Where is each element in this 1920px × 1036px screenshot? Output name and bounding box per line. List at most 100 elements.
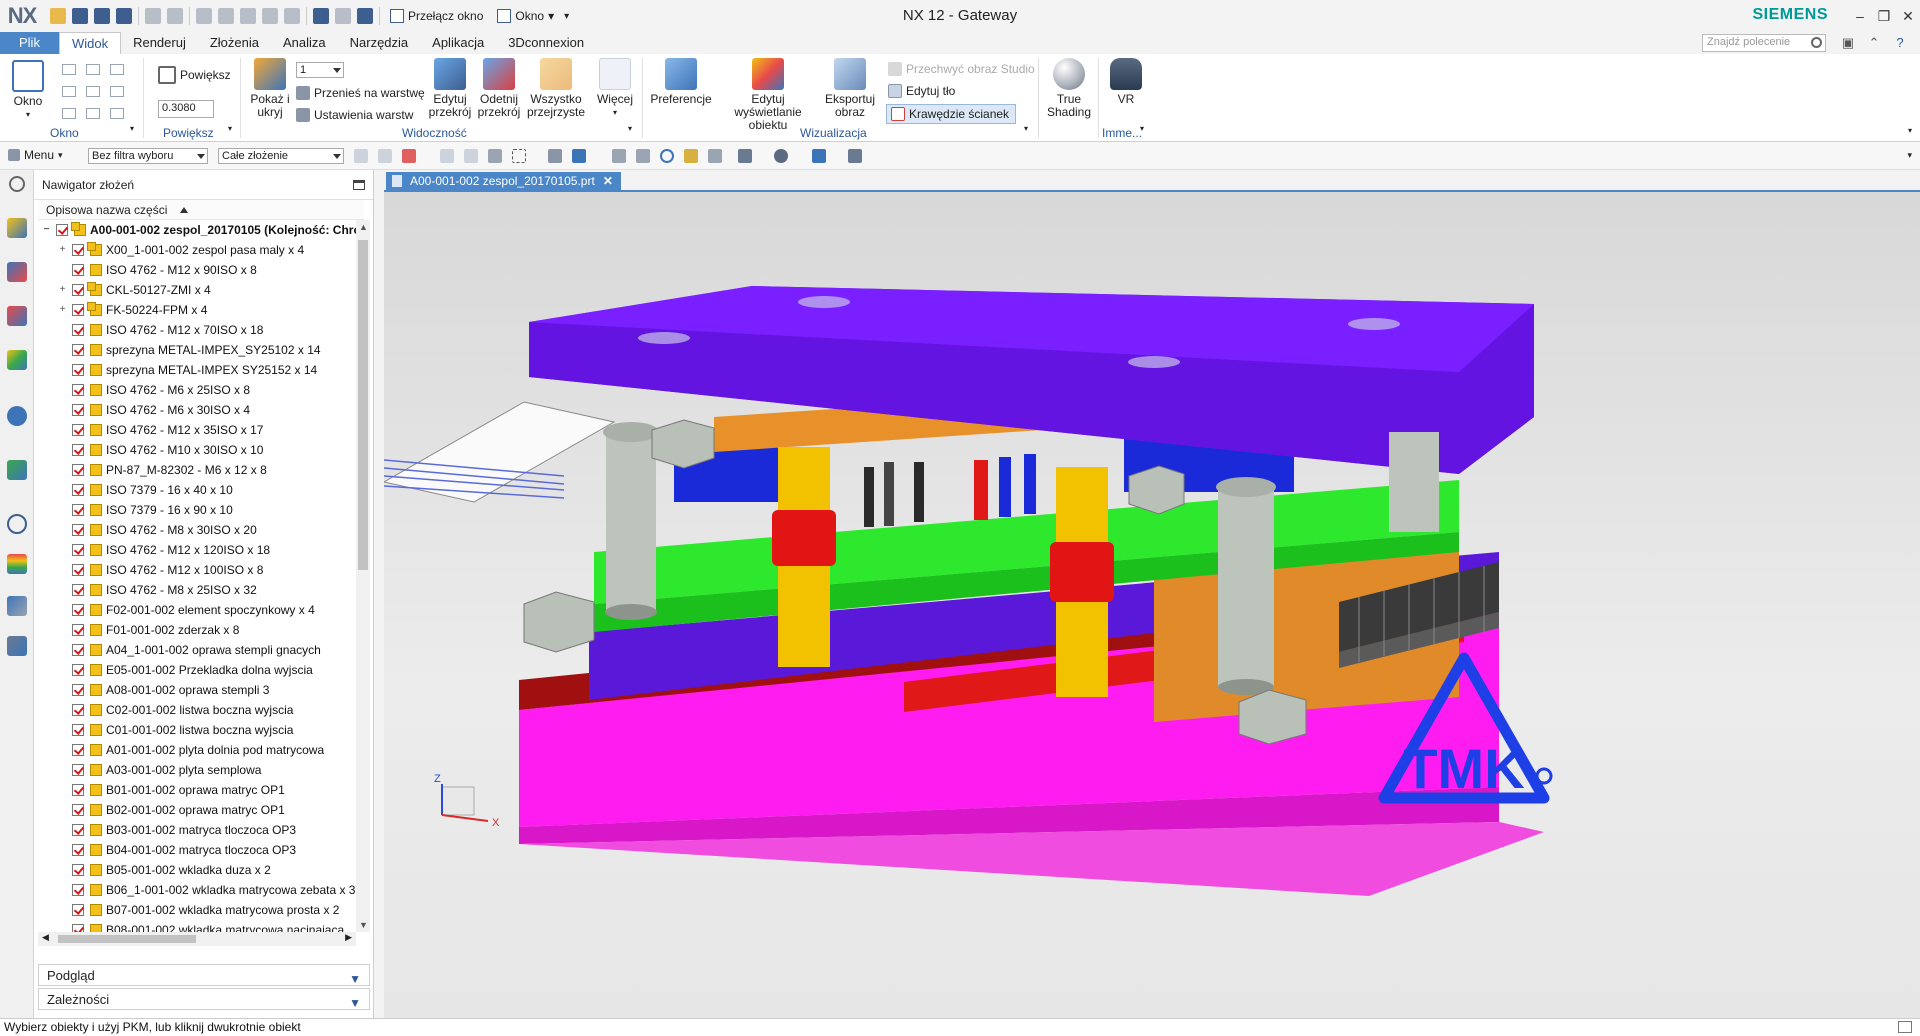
tree-row[interactable]: A03-001-002 plyta semplowa [38, 760, 356, 780]
visibility-checkbox[interactable] [72, 844, 84, 856]
scroll-right-icon[interactable]: ▶ [345, 932, 352, 943]
tree-row[interactable]: ISO 4762 - M8 x 30ISO x 20 [38, 520, 356, 540]
tab-analiza[interactable]: Analiza [271, 32, 338, 54]
print-icon[interactable] [313, 8, 329, 24]
tree-row[interactable]: sprezyna METAL-IMPEX SY25152 x 14 [38, 360, 356, 380]
tab-renderuj[interactable]: Renderuj [121, 32, 198, 54]
tree-row[interactable]: B06_1-001-002 wkladka matrycowa zebata x… [38, 880, 356, 900]
status-options-icon[interactable] [1898, 1021, 1912, 1033]
zoom-scale-input[interactable]: 0.3080 [158, 100, 214, 118]
visibility-checkbox[interactable] [72, 304, 84, 316]
tree-row[interactable]: C02-001-002 listwa boczna wyjscia [38, 700, 356, 720]
visibility-checkbox[interactable] [72, 324, 84, 336]
tree-row[interactable]: ISO 7379 - 16 x 40 x 10 [38, 480, 356, 500]
process-studio-icon[interactable] [7, 596, 27, 616]
more-button[interactable]: Więcej ▾ [594, 58, 636, 119]
tree-row[interactable]: B04-001-002 matryca tloczoca OP3 [38, 840, 356, 860]
scroll-left-icon[interactable]: ◀ [42, 932, 49, 943]
visibility-checkbox[interactable] [72, 504, 84, 516]
visibility-checkbox[interactable] [72, 784, 84, 796]
assembly-navigator-icon[interactable] [7, 218, 27, 238]
fit-view-icon[interactable] [612, 149, 626, 163]
switch-window-button[interactable]: Przełącz okno [386, 9, 487, 23]
visibility-checkbox[interactable] [72, 524, 84, 536]
tree-row[interactable]: ISO 4762 - M12 x 100ISO x 8 [38, 560, 356, 580]
copy-icon[interactable] [218, 8, 234, 24]
tree-root-row[interactable]: − A00-001-002 zespol_20170105 (Kolejność:… [38, 220, 356, 240]
visibility-checkbox[interactable] [72, 244, 84, 256]
deselect-icon[interactable] [464, 149, 478, 163]
visibility-checkbox[interactable] [72, 484, 84, 496]
open-icon[interactable] [50, 8, 66, 24]
visibility-checkbox[interactable] [72, 764, 84, 776]
close-icon[interactable]: ✕ [1896, 0, 1920, 32]
tree-row[interactable]: ISO 4762 - M12 x 90ISO x 8 [38, 260, 356, 280]
window-menu-button[interactable]: Okno ▾ [493, 9, 558, 23]
undo-icon[interactable] [145, 8, 161, 24]
system-materials-icon[interactable] [7, 554, 27, 574]
edit-background-button[interactable]: Edytuj tło [888, 84, 955, 98]
help-icon[interactable]: ? [1892, 35, 1908, 51]
visibility-checkbox[interactable] [72, 344, 84, 356]
visibility-checkbox[interactable] [72, 684, 84, 696]
tree-row[interactable]: B08-001-002 wkladka matrycowa nacinajaca [38, 920, 356, 932]
group-powieksz-dropdown-icon[interactable]: ▾ [228, 124, 232, 133]
tree-row[interactable]: A01-001-002 plyta dolnia pod matrycowa [38, 740, 356, 760]
history-icon[interactable] [7, 460, 27, 480]
visibility-checkbox[interactable] [72, 704, 84, 716]
visibility-checkbox[interactable] [72, 264, 84, 276]
render-style-icon[interactable] [774, 149, 788, 163]
visibility-checkbox[interactable] [72, 404, 84, 416]
tree-row[interactable]: B02-001-002 oprawa matryc OP1 [38, 800, 356, 820]
tab-zlozenia[interactable]: Złożenia [198, 32, 271, 54]
capture-studio-image-button[interactable]: Przechwyć obraz Studio [888, 62, 1035, 76]
reuse-library-icon[interactable] [7, 350, 27, 370]
shaded-with-edges-icon[interactable] [812, 149, 826, 163]
okno-button[interactable]: Okno ▾ [10, 60, 46, 121]
model-viewport[interactable]: Z X TMK [384, 192, 1920, 1018]
tree-row[interactable]: A04_1-001-002 oprawa stempli gnacych [38, 640, 356, 660]
layer-settings-button[interactable]: Ustawienia warstw [296, 108, 413, 122]
tree-row[interactable]: F01-001-002 zderzak x 8 [38, 620, 356, 640]
select-filter-icon[interactable] [402, 149, 416, 163]
tree-row[interactable]: sprezyna METAL-IMPEX_SY25102 x 14 [38, 340, 356, 360]
delete-icon[interactable] [284, 8, 300, 24]
tree-row[interactable]: + FK-50224-FPM x 4 [38, 300, 356, 320]
visibility-checkbox[interactable] [72, 584, 84, 596]
collapse-ribbon-icon[interactable]: ⌃ [1866, 35, 1882, 51]
visibility-checkbox[interactable] [72, 824, 84, 836]
tree-row[interactable]: B01-001-002 oprawa matryc OP1 [38, 780, 356, 800]
face-edges-toggle[interactable]: Krawędzie ścianek [886, 104, 1017, 124]
repeat-command-icon[interactable] [335, 8, 351, 24]
all-transparent-button[interactable]: Wszystko przejrzyste [526, 58, 586, 119]
close-tab-icon[interactable]: ✕ [603, 174, 613, 188]
visibility-checkbox[interactable] [72, 444, 84, 456]
layout-right-icon[interactable] [86, 108, 100, 119]
layout-four-icon[interactable] [86, 86, 100, 97]
layout-three-icon[interactable] [62, 86, 76, 97]
minimize-panel-icon[interactable] [353, 180, 365, 190]
cut-icon[interactable] [196, 8, 212, 24]
restore-icon[interactable]: ❐ [1872, 0, 1896, 32]
group-widocznosc-dropdown-icon[interactable]: ▾ [628, 124, 632, 133]
ribbon-options-icon[interactable]: ▣ [1840, 35, 1856, 51]
select-all-icon[interactable] [440, 149, 454, 163]
tree-row[interactable]: B03-001-002 matryca tloczoca OP3 [38, 820, 356, 840]
visibility-checkbox[interactable] [72, 384, 84, 396]
save-all-icon[interactable] [116, 8, 132, 24]
type-filter-select[interactable]: Bez filtra wyboru [88, 148, 208, 164]
constraint-navigator-icon[interactable] [7, 262, 27, 282]
tree-row[interactable]: PN-87_M-82302 - M6 x 12 x 8 [38, 460, 356, 480]
body-select-icon[interactable] [548, 149, 562, 163]
toolbar-options-dropdown-icon[interactable]: ▾ [1907, 150, 1912, 161]
tree-row[interactable]: F02-001-002 element spoczynkowy x 4 [38, 600, 356, 620]
scrollbar-thumb[interactable] [58, 935, 196, 943]
expand-icon[interactable]: + [58, 245, 67, 255]
layout-single-icon[interactable] [62, 64, 76, 75]
visibility-checkbox[interactable] [72, 424, 84, 436]
pan-view-icon[interactable] [684, 149, 698, 163]
layout-two-h-icon[interactable] [86, 64, 100, 75]
visibility-checkbox[interactable] [72, 664, 84, 676]
save-icon[interactable] [72, 8, 88, 24]
visibility-checkbox[interactable] [72, 604, 84, 616]
